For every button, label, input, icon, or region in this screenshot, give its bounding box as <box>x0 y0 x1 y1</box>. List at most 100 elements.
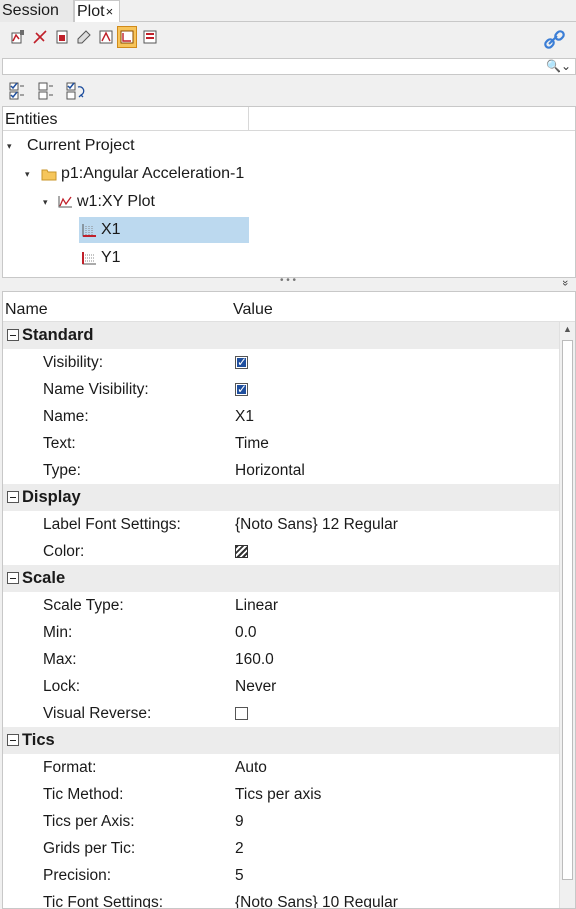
close-icon[interactable]: × <box>106 4 114 19</box>
property-row[interactable]: Max: 160.0 <box>3 646 559 673</box>
link-icon[interactable] <box>542 28 568 52</box>
tab-session-label: Session <box>2 2 59 19</box>
property-table-header: Name Value <box>3 292 575 322</box>
collapse-icon[interactable] <box>7 572 19 584</box>
legend-icon[interactable] <box>140 26 160 48</box>
property-row[interactable]: Precision: 5 <box>3 862 559 889</box>
property-value[interactable]: {Noto Sans} 12 Regular <box>235 511 398 538</box>
toggle-checks-icon[interactable] <box>64 80 86 102</box>
property-value[interactable]: Never <box>235 673 276 700</box>
property-name: Precision: <box>43 867 112 884</box>
property-name: Lock: <box>43 678 81 695</box>
group-header-scale[interactable]: Scale <box>3 565 559 592</box>
expand-icon[interactable]: ▾ <box>43 189 57 215</box>
tree-node-label: p1:Angular Acceleration-1 <box>61 165 245 182</box>
expand-icon[interactable]: ▾ <box>25 161 39 187</box>
collapse-icon[interactable] <box>7 734 19 746</box>
tree-node-page[interactable]: ▾ p1:Angular Acceleration-1 <box>25 161 244 187</box>
frame-icon[interactable] <box>117 26 137 48</box>
property-row[interactable]: Min: 0.0 <box>3 619 559 646</box>
property-name: Label Font Settings: <box>43 516 181 533</box>
expand-icon[interactable]: ▾ <box>7 133 21 159</box>
property-value[interactable]: 160.0 <box>235 646 274 673</box>
tree-node-current-project[interactable]: ▾ Current Project <box>7 133 135 159</box>
tab-session[interactable]: Session <box>0 0 74 22</box>
tree-node-label: Current Project <box>27 137 135 154</box>
tree-node-y1[interactable]: Y1 <box>79 245 121 271</box>
property-row[interactable]: Tics per Axis: 9 <box>3 808 559 835</box>
axis-y-icon <box>81 250 97 266</box>
property-table: Name Value Standard Visibility: Name Visib… <box>2 291 576 909</box>
collapse-icon[interactable] <box>7 329 19 341</box>
group-header-standard[interactable]: Standard <box>3 322 559 349</box>
property-rows: Standard Visibility: Name Visibility: Name:… <box>3 322 559 909</box>
plot-icon[interactable] <box>8 26 28 48</box>
value-column-header[interactable]: Value <box>233 301 273 319</box>
color-swatch[interactable] <box>235 545 248 558</box>
entity-tree: Entities ▾ Current Project ▾ p1:Angular … <box>2 106 576 278</box>
property-row[interactable]: Color: <box>3 538 559 565</box>
property-value[interactable]: Tics per axis <box>235 781 321 808</box>
property-row[interactable]: Text: Time <box>3 430 559 457</box>
tab-plot[interactable]: Plot× <box>74 0 120 23</box>
name-column-header[interactable]: Name <box>5 301 48 319</box>
tree-header: Entities <box>3 107 575 131</box>
property-value[interactable]: Auto <box>235 754 267 781</box>
property-row[interactable]: Grids per Tic: 2 <box>3 835 559 862</box>
uncheck-all-icon[interactable] <box>35 80 57 102</box>
scrollbar-thumb[interactable] <box>562 340 573 880</box>
splitter-grip[interactable]: • • • <box>280 275 296 286</box>
property-name: Min: <box>43 624 73 641</box>
property-checkbox[interactable] <box>235 349 248 376</box>
property-value[interactable]: Linear <box>235 592 278 619</box>
axis-x-icon <box>81 222 97 238</box>
property-row[interactable]: Name Visibility: <box>3 376 559 403</box>
group-header-display[interactable]: Display <box>3 484 559 511</box>
vertical-scrollbar[interactable]: ▲ <box>559 322 575 908</box>
property-row[interactable]: Visibility: <box>3 349 559 376</box>
search-icon[interactable]: 🔍⌄ <box>546 59 571 73</box>
pen-icon[interactable] <box>74 26 94 48</box>
property-row[interactable]: Lock: Never <box>3 673 559 700</box>
property-row[interactable]: Label Font Settings: {Noto Sans} 12 Regul… <box>3 511 559 538</box>
property-row[interactable]: Name: X1 <box>3 403 559 430</box>
panel-splitter[interactable]: • • • » <box>0 275 576 290</box>
property-value[interactable]: X1 <box>235 403 254 430</box>
property-name: Tics per Axis: <box>43 813 135 830</box>
property-name: Tic Font Settings: <box>43 894 164 909</box>
property-value[interactable]: 5 <box>235 862 244 889</box>
tree-node-window[interactable]: ▾ w1:XY Plot <box>43 189 155 215</box>
property-value[interactable]: 9 <box>235 808 244 835</box>
property-name: Visibility: <box>43 354 104 371</box>
tree-toolbar <box>0 76 576 106</box>
axis-icon[interactable] <box>30 26 50 48</box>
search-input[interactable]: 🔍⌄ <box>2 58 576 75</box>
group-title: Tics <box>22 731 55 749</box>
property-value[interactable]: 0.0 <box>235 619 257 646</box>
chevron-down-icon[interactable]: » <box>559 280 571 286</box>
tree-node-x1[interactable]: X1 <box>79 217 249 243</box>
group-title: Display <box>22 488 81 506</box>
property-name: Type: <box>43 462 81 479</box>
property-row[interactable]: Tic Font Settings: {Noto Sans} 10 Regular <box>3 889 559 909</box>
datum-icon[interactable] <box>96 26 116 48</box>
collapse-icon[interactable] <box>7 491 19 503</box>
entities-column-header[interactable]: Entities <box>3 107 249 131</box>
group-header-tics[interactable]: Tics <box>3 727 559 754</box>
property-value[interactable]: 2 <box>235 835 244 862</box>
property-row[interactable]: Scale Type: Linear <box>3 592 559 619</box>
property-checkbox[interactable] <box>235 376 248 403</box>
property-row[interactable]: Type: Horizontal <box>3 457 559 484</box>
curve-icon[interactable] <box>52 26 72 48</box>
check-all-icon[interactable] <box>6 80 28 102</box>
property-row[interactable]: Tic Method: Tics per axis <box>3 781 559 808</box>
scroll-up-icon[interactable]: ▲ <box>563 324 572 334</box>
property-checkbox[interactable] <box>235 707 248 720</box>
property-value[interactable]: Time <box>235 430 269 457</box>
property-row[interactable]: Visual Reverse: <box>3 700 559 727</box>
property-value[interactable]: Horizontal <box>235 457 305 484</box>
property-name: Tic Method: <box>43 786 124 803</box>
property-value[interactable]: {Noto Sans} 10 Regular <box>235 889 398 908</box>
property-row[interactable]: Format: Auto <box>3 754 559 781</box>
tree-node-label: Y1 <box>101 249 121 266</box>
